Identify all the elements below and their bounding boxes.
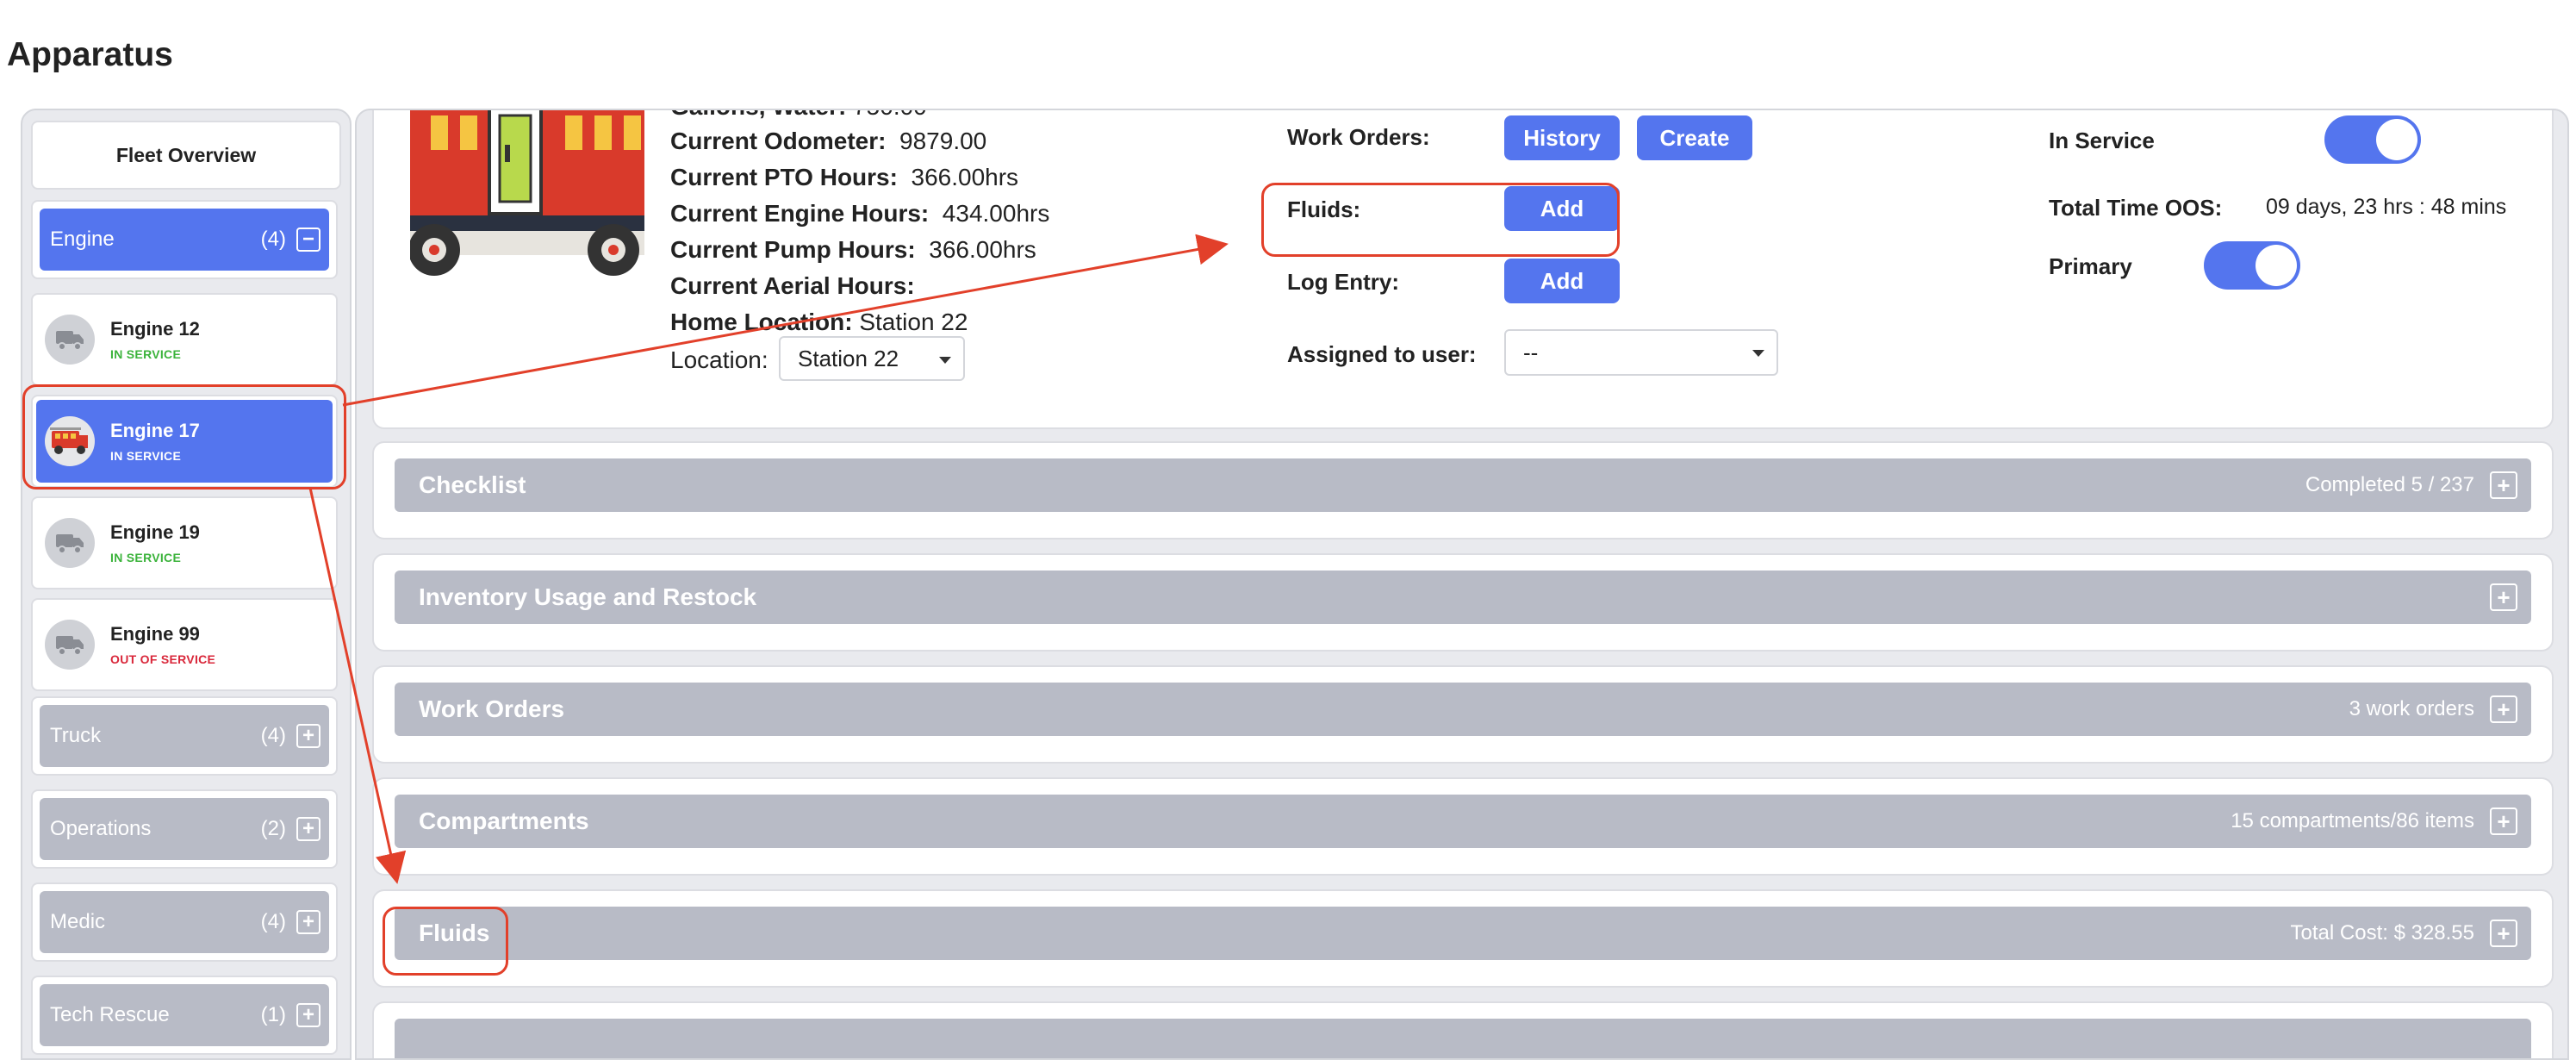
status-badge: OUT OF SERVICE — [110, 652, 216, 666]
section-header[interactable]: Checklist Completed 5 / 237 + — [395, 458, 2531, 512]
vehicle-name: Engine 12 — [110, 318, 200, 340]
section-header[interactable]: Inventory Usage and Restock + — [395, 571, 2531, 624]
truck-icon — [45, 620, 95, 670]
section-title: Checklist — [419, 471, 526, 498]
vehicle-detail-card: Gallons, Water: 750.00 Current Odometer:… — [372, 110, 2554, 429]
location-label: Location: — [670, 346, 768, 373]
chevron-down-icon — [939, 357, 951, 364]
section-title: Inventory Usage and Restock — [419, 583, 757, 610]
current-odometer: Current Odometer: 9879.00 — [670, 128, 987, 154]
section-compartments: Compartments 15 compartments/86 items + — [372, 777, 2554, 876]
section-fluids: Fluids Total Cost: $ 328.55 + — [372, 889, 2554, 988]
category-name: Medic — [50, 910, 106, 933]
annotation-highlight-engine-17 — [22, 384, 346, 489]
section-header[interactable] — [395, 1019, 2531, 1058]
current-aerial-hours: Current Aerial Hours: — [670, 272, 915, 299]
section-inventory-usage: Inventory Usage and Restock + — [372, 553, 2554, 652]
category-operations[interactable]: Operations (2) + — [31, 789, 338, 869]
category-medic[interactable]: Medic (4) + — [31, 882, 338, 962]
category-name: Engine — [50, 228, 115, 251]
section-next — [372, 1001, 2554, 1058]
expand-icon[interactable]: + — [296, 910, 320, 934]
fleet-overview-button[interactable]: Fleet Overview — [31, 121, 341, 190]
expand-icon[interactable]: + — [296, 724, 320, 748]
section-title: Work Orders — [419, 695, 565, 722]
work-orders-label: Work Orders: — [1287, 124, 1430, 150]
expand-icon[interactable]: + — [2490, 695, 2517, 723]
primary-label: Primary — [2049, 253, 2132, 279]
annotation-highlight-fluids-add — [1261, 183, 1620, 257]
vehicle-engine-19[interactable]: Engine 19 IN SERVICE — [31, 496, 338, 589]
expand-icon[interactable]: + — [296, 817, 320, 841]
section-title: Fluids — [419, 920, 490, 946]
category-count: (4) — [260, 724, 286, 747]
current-pto-hours: Current PTO Hours: 366.00hrs — [670, 164, 1019, 190]
location-value: Station 22 — [798, 345, 899, 371]
category-name: Tech Rescue — [50, 1003, 170, 1026]
vehicle-name: Engine 99 — [110, 623, 200, 645]
log-entry-label: Log Entry: — [1287, 269, 1399, 295]
category-tech-rescue[interactable]: Tech Rescue (1) + — [31, 976, 338, 1055]
fleet-sidebar: Fleet Overview Engine (4) − Engine 12 IN… — [21, 109, 352, 1060]
expand-icon[interactable]: + — [296, 1003, 320, 1027]
expand-icon[interactable]: + — [2490, 807, 2517, 835]
section-meta: Total Cost: $ 328.55 — [2290, 921, 2474, 945]
expand-icon[interactable]: + — [2490, 920, 2517, 947]
category-engine[interactable]: Engine (4) − — [31, 200, 338, 279]
truck-icon — [45, 315, 95, 365]
assigned-user-label: Assigned to user: — [1287, 341, 1477, 367]
home-location: Home Location: Station 22 — [670, 309, 968, 335]
section-work-orders: Work Orders 3 work orders + — [372, 665, 2554, 764]
location-select[interactable]: Station 22 — [779, 336, 965, 381]
section-meta: Completed 5 / 237 — [2305, 473, 2474, 496]
annotation-highlight-fluids-section — [383, 907, 508, 976]
vehicle-name: Engine 19 — [110, 521, 200, 543]
assigned-user-select[interactable]: -- — [1504, 329, 1778, 376]
category-truck[interactable]: Truck (4) + — [31, 696, 338, 776]
in-service-toggle[interactable] — [2324, 115, 2421, 164]
total-time-oos-label: Total Time OOS: — [2049, 195, 2223, 221]
category-count: (4) — [260, 910, 286, 933]
vehicle-engine-99[interactable]: Engine 99 OUT OF SERVICE — [31, 598, 338, 691]
work-order-history-button[interactable]: History — [1504, 115, 1620, 160]
section-header[interactable]: Work Orders 3 work orders + — [395, 683, 2531, 736]
assigned-user-value: -- — [1523, 339, 1539, 365]
vehicle-engine-12[interactable]: Engine 12 IN SERVICE — [31, 293, 338, 386]
status-badge: IN SERVICE — [110, 551, 182, 564]
collapse-icon[interactable]: − — [296, 228, 320, 252]
section-meta: 15 compartments/86 items — [2231, 809, 2474, 832]
category-count: (4) — [260, 228, 286, 251]
primary-toggle[interactable] — [2204, 241, 2300, 290]
section-checklist: Checklist Completed 5 / 237 + — [372, 441, 2554, 539]
page-title: Apparatus — [7, 36, 173, 73]
category-count: (1) — [260, 1003, 286, 1026]
log-entry-add-button[interactable]: Add — [1504, 259, 1620, 303]
category-name: Truck — [50, 724, 102, 747]
total-time-oos-value: 09 days, 23 hrs : 48 mins — [2266, 195, 2507, 219]
category-count: (2) — [260, 817, 286, 840]
expand-icon[interactable]: + — [2490, 583, 2517, 611]
work-order-create-button[interactable]: Create — [1637, 115, 1752, 160]
expand-icon[interactable]: + — [2490, 471, 2517, 499]
category-name: Operations — [50, 817, 152, 840]
section-header[interactable]: Fluids Total Cost: $ 328.55 + — [395, 907, 2531, 960]
fire-truck-image — [410, 110, 644, 276]
section-header[interactable]: Compartments 15 compartments/86 items + — [395, 795, 2531, 848]
truck-icon — [45, 518, 95, 568]
current-engine-hours: Current Engine Hours: 434.00hrs — [670, 200, 1050, 227]
gallons-water: Gallons, Water: 750.00 — [670, 110, 927, 121]
current-pump-hours: Current Pump Hours: 366.00hrs — [670, 236, 1036, 263]
in-service-label: In Service — [2049, 128, 2155, 153]
status-badge: IN SERVICE — [110, 347, 182, 361]
section-title: Compartments — [419, 807, 589, 834]
section-meta: 3 work orders — [2349, 697, 2474, 720]
chevron-down-icon — [1752, 350, 1764, 357]
